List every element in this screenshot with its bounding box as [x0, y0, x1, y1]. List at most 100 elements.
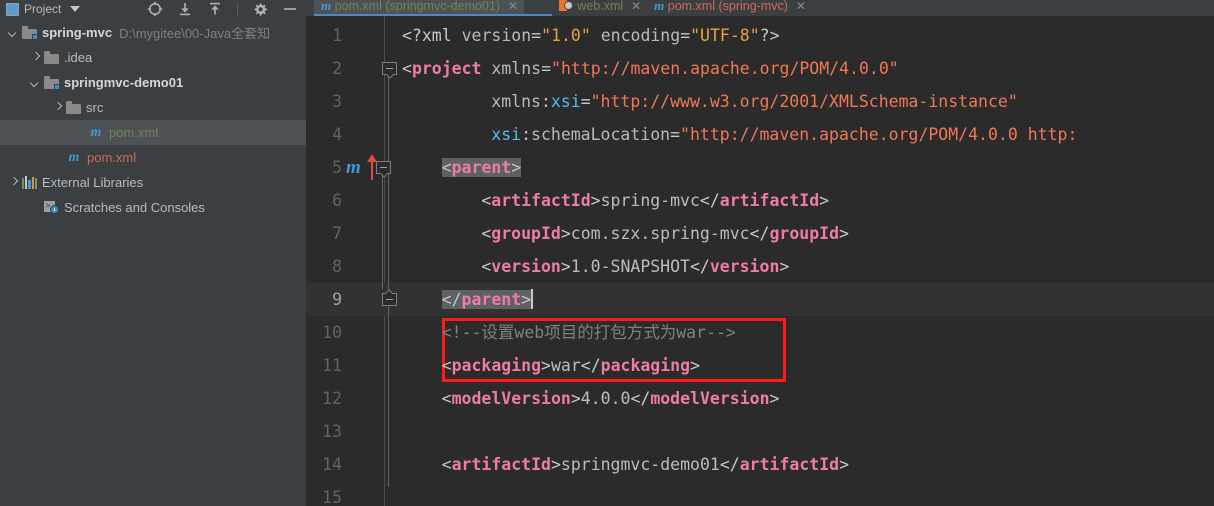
project-tool-window: Project spring-mvc D:\mygitee\00-Java全套知…	[0, 0, 306, 506]
tree-item-label: pom.xml	[87, 150, 137, 165]
matched-tag-highlight: <parent>	[441, 158, 522, 177]
code-token: ?>	[759, 26, 780, 45]
maven-pom-icon: m	[654, 0, 664, 13]
code-token: "UTF-8"	[690, 26, 760, 45]
code-token: </	[441, 290, 462, 309]
tree-item-scratches[interactable]: >_ Scratches and Consoles	[0, 195, 306, 220]
fold-guide-line	[388, 74, 389, 487]
tree-item-path: D:\mygitee\00-Java全套知	[119, 26, 271, 41]
code-token: schemaLocation	[531, 125, 671, 144]
line-number-10: 10	[322, 323, 342, 342]
tree-item-label: springmvc-demo01	[64, 75, 184, 90]
expand-all-icon[interactable]	[207, 1, 223, 17]
code-token: encoding	[600, 26, 681, 45]
line-number-13: 13	[322, 422, 342, 441]
tree-item-external-libraries[interactable]: External Libraries	[0, 170, 306, 195]
code-token: "1.0"	[541, 26, 591, 45]
line-number-12: 12	[322, 389, 342, 408]
code-token: "http://www.w3.org/2001/XMLSchema-instan…	[590, 92, 1018, 111]
code-line-11[interactable]: <packaging>war</packaging>	[442, 349, 700, 382]
code-token: >	[769, 389, 780, 408]
tree-item-idea[interactable]: .idea	[0, 45, 306, 70]
line-number-8: 8	[332, 257, 342, 276]
line-number-15: 15	[322, 488, 342, 506]
code-token: >	[839, 455, 849, 474]
tree-item-pom-root[interactable]: m pom.xml	[0, 145, 306, 170]
code-token: >	[819, 191, 830, 210]
code-token: <!--设置web项目的打包方式为war-->	[441, 323, 736, 342]
code-token: 1.0-SNAPSHOT	[570, 257, 690, 276]
fold-guide-line	[382, 173, 383, 289]
project-tree[interactable]: spring-mvc D:\mygitee\00-Java全套知 .idea spri…	[0, 20, 306, 506]
settings-gear-icon[interactable]	[252, 1, 268, 17]
code-token: "http://maven.apache.org/POM/4.0.0"	[551, 59, 899, 78]
chevron-down-icon[interactable]	[70, 6, 81, 12]
code-line-5[interactable]: <parent>	[441, 151, 522, 184]
chevron-right-icon[interactable]	[8, 177, 19, 188]
chevron-down-icon[interactable]	[30, 77, 41, 88]
code-token: modelVersion	[650, 389, 770, 408]
code-token: :	[521, 125, 532, 144]
line-number-14: 14	[322, 455, 342, 474]
tree-item-label: External Libraries	[42, 175, 144, 190]
code-line-2[interactable]: <project xmlns="http://maven.apache.org/…	[402, 52, 899, 85]
tree-item-springmvc-demo01[interactable]: springmvc-demo01	[0, 70, 306, 95]
fold-toggle-9[interactable]	[382, 293, 397, 306]
code-line-6[interactable]: <artifactId>spring-mvc</artifactId>	[481, 184, 829, 217]
code-line-12[interactable]: <modelVersion>4.0.0</modelVersion>	[442, 382, 780, 415]
line-number-9: 9	[332, 290, 342, 309]
maven-gutter-icon[interactable]: m	[346, 151, 361, 184]
code-token: parent	[461, 290, 522, 309]
tree-arrow-spacer	[74, 127, 85, 138]
editor-tab-2[interactable]: m pom.xml (spring-mvc) ✕	[647, 0, 812, 16]
code-line-14[interactable]: <artifactId>springmvc-demo01</artifactId…	[442, 448, 849, 481]
line-number-4: 4	[332, 125, 342, 144]
tree-item-src[interactable]: src	[0, 95, 306, 120]
code-token: project	[411, 59, 482, 78]
code-token: groupId	[491, 224, 561, 243]
editor-tab-bar[interactable]: m pom.xml (springmvc-demo01) ✕ web.xml ✕ m pom…	[306, 0, 1214, 16]
code-token: xmlns	[491, 59, 542, 78]
gutter-divider	[384, 16, 385, 506]
code-token: =	[680, 26, 691, 45]
close-icon[interactable]: ✕	[631, 0, 641, 13]
chevron-down-icon[interactable]	[8, 27, 19, 38]
code-token: >	[550, 455, 561, 474]
chevron-right-icon[interactable]	[52, 102, 63, 113]
locate-target-icon[interactable]	[147, 1, 163, 17]
code-line-3[interactable]: xmlns:xsi="http://www.w3.org/2001/XMLSch…	[491, 85, 1018, 118]
code-line-10[interactable]: <!--设置web项目的打包方式为war-->	[442, 316, 736, 349]
code-token: </	[690, 257, 710, 276]
maven-pom-icon: m	[68, 149, 80, 165]
line-number-7: 7	[332, 224, 342, 243]
code-line-9[interactable]: </parent>	[441, 283, 534, 316]
code-line-4[interactable]: xsi:schemaLocation="http://maven.apache.…	[491, 118, 1077, 151]
code-token: xmlns	[491, 92, 541, 111]
editor-tab-1[interactable]: web.xml ✕	[552, 0, 647, 16]
scratches-console-icon: >_	[44, 201, 59, 214]
close-icon[interactable]: ✕	[508, 0, 518, 13]
code-line-8[interactable]: <version>1.0-SNAPSHOT</version>	[481, 250, 789, 283]
code-editor[interactable]: 1 2 3 4 5 6 7 8 9 10 11 12 13 14 15 m <?xml version="1.0…	[306, 16, 1214, 506]
hide-minimize-icon[interactable]	[282, 1, 298, 17]
code-token: parent	[451, 158, 512, 177]
code-token: <?xml	[402, 26, 462, 45]
code-line-1[interactable]: <?xml version="1.0" encoding="UTF-8"?>	[402, 19, 780, 52]
tree-item-label: Scratches and Consoles	[64, 200, 205, 215]
collapse-all-icon[interactable]	[177, 1, 193, 17]
code-token: "http://maven.apache.org/POM/4.0.0 http:	[680, 125, 1078, 144]
code-token: <	[441, 389, 452, 408]
fold-toggle-2[interactable]	[382, 62, 397, 75]
fold-toggle-5[interactable]	[376, 161, 391, 174]
code-token: version	[491, 257, 561, 276]
tree-item-spring-mvc[interactable]: spring-mvc D:\mygitee\00-Java全套知	[0, 20, 306, 45]
code-token: =	[541, 59, 552, 78]
chevron-right-icon[interactable]	[30, 52, 41, 63]
project-title-group[interactable]: Project	[6, 2, 81, 16]
code-line-7[interactable]: <groupId>com.szx.spring-mvc</groupId>	[481, 217, 849, 250]
code-token: <	[441, 158, 452, 177]
close-icon[interactable]: ✕	[796, 0, 806, 13]
tree-item-pom-demo01[interactable]: m pom.xml	[0, 120, 306, 145]
